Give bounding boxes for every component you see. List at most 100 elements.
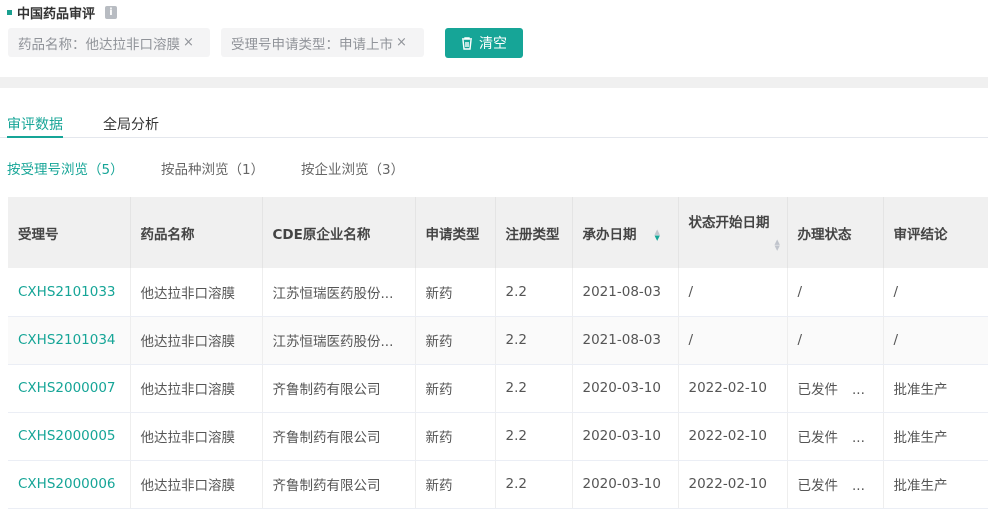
close-icon[interactable]: × (396, 35, 407, 50)
cell-text: CXHS2000006 (18, 476, 116, 492)
cell-text: CXHS2000007 (18, 380, 116, 396)
cell-acceptance-no[interactable]: CXHS2000006 (8, 460, 131, 509)
table-row[interactable]: CXHS2101034 他达拉非口溶膜 江苏恒瑞医药股份... 新药 2.2 2021-0… (8, 316, 988, 365)
cell-drug-name: 他达拉非口溶膜 (130, 316, 263, 365)
close-icon[interactable]: × (183, 35, 194, 50)
cell-text: 2.2 (505, 428, 527, 444)
header-label: 状态开始日期 (688, 215, 770, 231)
tab-review-data[interactable]: 审评数据 (7, 114, 63, 138)
cell-acceptance-no[interactable]: CXHS2101033 (8, 268, 131, 317)
cell-text: 他达拉非口溶膜 (140, 430, 236, 446)
more-icon[interactable]: ... (852, 478, 865, 494)
cell-text: 江苏恒瑞医药股份... (272, 285, 394, 302)
cell-status: 已发件... (787, 460, 884, 509)
filter-chip-drug-name: 药品名称：他达拉非口溶膜 × (8, 28, 210, 57)
cell-text: / (688, 283, 694, 300)
trash-icon (462, 36, 472, 50)
cell-status-start-date: 2022-02-10 (678, 460, 788, 509)
filter-chip-application-type: 受理号申请类型：申请上市 × (221, 28, 424, 57)
cell-text: CXHS2000005 (18, 428, 116, 444)
sort-icon[interactable]: ▲ ▼ (775, 239, 780, 252)
table-row[interactable]: CXHS2000005 他达拉非口溶膜 齐鲁制药有限公司 新药 2.2 2020-03-1… (8, 412, 988, 461)
cell-acceptance-no[interactable]: CXHS2101034 (8, 316, 131, 365)
divider (0, 77, 988, 88)
chip-label: 受理号申请类型：申请上市 (231, 36, 393, 53)
title-text: 中国药品审评 (17, 7, 96, 22)
table-header: 受理号 药品名称 CDE原企业名称 申请类型 注册类型 承办日期 ▲ ▼ 状态开始日… (8, 197, 988, 268)
cell-undertake-date: 2021-08-03 (572, 268, 679, 317)
cell-text: 批准生产 (893, 382, 948, 398)
cell-company: 齐鲁制药有限公司 (262, 364, 416, 413)
clear-button[interactable]: 清空 (445, 28, 523, 58)
col-company: CDE原企业名称 (262, 197, 416, 268)
cell-conclusion: / (883, 316, 988, 365)
more-icon[interactable]: ... (852, 382, 865, 398)
cell-text: 江苏恒瑞医药股份... (272, 334, 394, 350)
cell-text: 2020-03-10 (582, 476, 661, 492)
cell-status: 已发件... (787, 364, 884, 413)
table-row[interactable]: CXHS2101033 他达拉非口溶膜 江苏恒瑞医药股份... 新药 2.2 2021-0… (8, 268, 988, 317)
cell-undertake-date: 2021-08-03 (572, 316, 679, 365)
cell-text: 2022-02-10 (688, 380, 767, 396)
subtab-by-variety[interactable]: 按品种浏览（1） (161, 158, 264, 178)
sort-icon[interactable]: ▲ ▼ (655, 228, 660, 241)
cell-company: 江苏恒瑞医药股份... (262, 268, 416, 317)
cell-text: / (893, 283, 899, 300)
col-acceptance-no: 受理号 (8, 197, 131, 268)
subtab-by-acceptance-no[interactable]: 按受理号浏览（5） (7, 158, 124, 178)
cell-text: 2021-08-03 (582, 283, 661, 300)
col-undertake-date[interactable]: 承办日期 ▲ ▼ (572, 197, 679, 268)
review-table: 受理号 药品名称 CDE原企业名称 申请类型 注册类型 承办日期 ▲ ▼ 状态开始日… (8, 197, 988, 509)
tab-bar: 审评数据 全局分析 (0, 114, 988, 138)
cell-text: 2.2 (505, 380, 527, 396)
cell-text: / (893, 332, 899, 348)
tab-global-analysis[interactable]: 全局分析 (103, 114, 159, 134)
subtab-by-company[interactable]: 按企业浏览（3） (301, 158, 404, 178)
cell-undertake-date: 2020-03-10 (572, 364, 679, 413)
cell-registration-type: 2.2 (495, 316, 573, 365)
cell-text: 他达拉非口溶膜 (140, 382, 236, 398)
title-marker (7, 10, 12, 15)
table-row[interactable]: CXHS2000007 他达拉非口溶膜 齐鲁制药有限公司 新药 2.2 2020-03-1… (8, 364, 988, 413)
chip-label: 药品名称：他达拉非口溶膜 (18, 36, 180, 53)
cell-acceptance-no[interactable]: CXHS2000005 (8, 412, 131, 461)
cell-drug-name: 他达拉非口溶膜 (130, 460, 263, 509)
cell-text: / (797, 283, 803, 300)
cell-conclusion: / (883, 268, 988, 317)
cell-text: 2020-03-10 (582, 428, 661, 444)
cell-text: 新药 (425, 430, 453, 446)
header-label: 承办日期 (582, 226, 637, 243)
cell-registration-type: 2.2 (495, 364, 573, 413)
col-status-start-date[interactable]: 状态开始日期 ▲ ▼ (678, 197, 788, 268)
cell-status: 已发件... (787, 412, 884, 461)
cell-text: 他达拉非口溶膜 (140, 285, 236, 302)
more-icon[interactable]: ... (852, 430, 865, 446)
cell-text: 新药 (425, 285, 453, 302)
cell-company: 齐鲁制药有限公司 (262, 412, 416, 461)
cell-text: 2022-02-10 (688, 476, 767, 492)
cell-text: / (797, 332, 803, 348)
cell-registration-type: 2.2 (495, 412, 573, 461)
cell-text: 他达拉非口溶膜 (140, 334, 236, 350)
cell-company: 齐鲁制药有限公司 (262, 460, 416, 509)
cell-status-start-date: 2022-02-10 (678, 364, 788, 413)
col-status: 办理状态 (787, 197, 884, 268)
cell-text: 他达拉非口溶膜 (140, 478, 236, 494)
cell-drug-name: 他达拉非口溶膜 (130, 268, 263, 317)
info-icon[interactable]: i (105, 6, 118, 19)
cell-text: 已发件 (797, 478, 839, 494)
col-registration-type: 注册类型 (495, 197, 573, 268)
cell-text: CXHS2101033 (18, 283, 116, 300)
cell-text: 2.2 (505, 332, 527, 348)
section-title: 中国药品审评 i (7, 3, 118, 22)
cell-status: / (787, 268, 884, 317)
table-row[interactable]: CXHS2000006 他达拉非口溶膜 齐鲁制药有限公司 新药 2.2 2020-03-1… (8, 460, 988, 509)
cell-acceptance-no[interactable]: CXHS2000007 (8, 364, 131, 413)
cell-drug-name: 他达拉非口溶膜 (130, 412, 263, 461)
cell-status-start-date: 2022-02-10 (678, 412, 788, 461)
cell-application-type: 新药 (415, 364, 496, 413)
cell-status: / (787, 316, 884, 365)
cell-registration-type: 2.2 (495, 268, 573, 317)
cell-text: 新药 (425, 478, 453, 494)
cell-text: 2.2 (505, 283, 527, 300)
